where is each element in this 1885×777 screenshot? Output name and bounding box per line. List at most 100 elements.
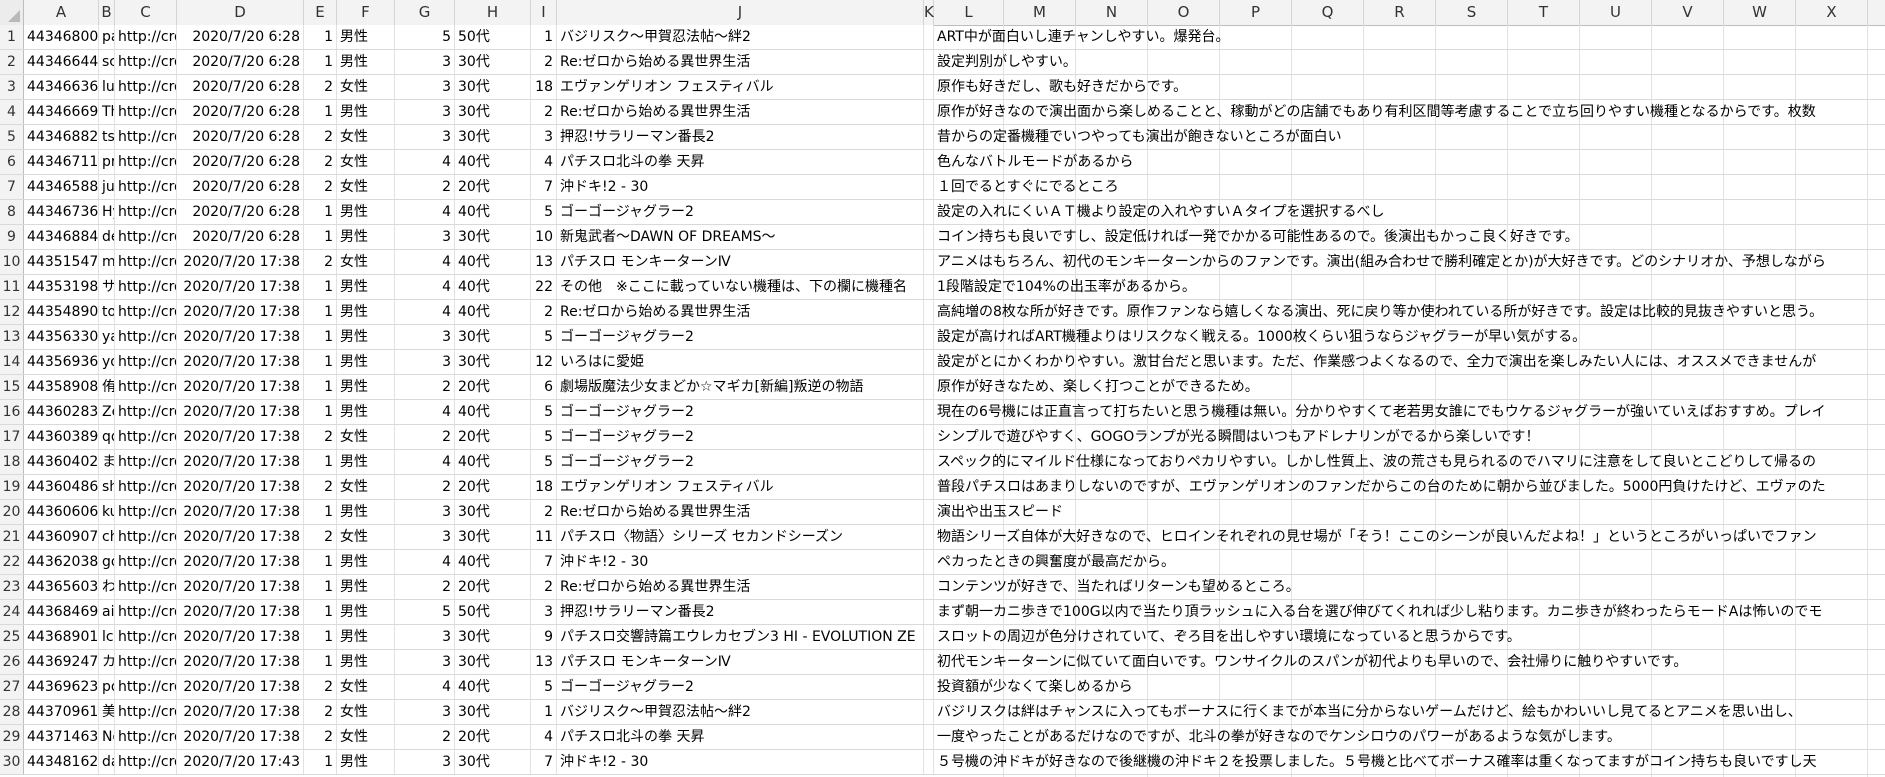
cell-h[interactable]: 20代 (455, 475, 531, 499)
cell-j[interactable]: Re:ゼロから始める異世界生活 (557, 500, 924, 524)
cell-l[interactable]: 昔からの定番機種でいつやっても演出が飽きないところが面白い (934, 125, 1885, 149)
cell-j[interactable]: 新鬼武者〜DAWN OF DREAMS〜 (557, 225, 924, 249)
row-header[interactable]: 7 (0, 175, 24, 199)
cell-i[interactable]: 2 (531, 575, 557, 599)
cell-g[interactable]: 4 (395, 150, 455, 174)
cell-b[interactable]: カ (99, 650, 115, 674)
cell-l[interactable]: コイン持ちも良いですし、設定低ければ一発でかかる可能性あるので。後演出もかっこ良… (934, 225, 1885, 249)
cell-e[interactable]: 1 (304, 375, 337, 399)
cell-a[interactable]: 44360402 (24, 450, 99, 474)
column-header-c[interactable]: C (115, 0, 177, 25)
cell-d[interactable]: 2020/7/20 17:38 (177, 325, 304, 349)
cell-k[interactable] (924, 300, 934, 324)
cell-k[interactable] (924, 100, 934, 124)
cell-l[interactable]: コンテンツが好きで、当たればリターンも望めるところ。 (934, 575, 1885, 599)
column-header-q[interactable]: Q (1292, 0, 1364, 25)
cell-g[interactable]: 5 (395, 600, 455, 624)
cell-i[interactable]: 1 (531, 700, 557, 724)
cell-j[interactable]: 押忍!サラリーマン番長2 (557, 600, 924, 624)
cell-b[interactable]: go (99, 550, 115, 574)
cell-k[interactable] (924, 250, 934, 274)
cell-b[interactable]: yo (99, 350, 115, 374)
cell-c[interactable]: http://cro (115, 475, 177, 499)
cell-e[interactable]: 2 (304, 525, 337, 549)
cell-d[interactable]: 2020/7/20 17:38 (177, 500, 304, 524)
cell-c[interactable]: http://cro (115, 625, 177, 649)
cell-j[interactable]: ゴーゴージャグラー2 (557, 325, 924, 349)
cell-j[interactable]: エヴァンゲリオン フェスティバル (557, 475, 924, 499)
cell-l[interactable]: ART中が面白いし連チャンしやすい。爆発台。 (934, 25, 1885, 49)
cell-k[interactable] (924, 50, 934, 74)
cell-l[interactable]: 1段階設定で104%の出玉率があるから。 (934, 275, 1885, 299)
cell-b[interactable]: po (99, 675, 115, 699)
cell-k[interactable] (924, 575, 934, 599)
cell-l[interactable]: 一度やったことがあるだけなのですが、北斗の拳が好きなのでケンシロウのパワーがある… (934, 725, 1885, 749)
cell-j[interactable]: Re:ゼロから始める異世界生活 (557, 100, 924, 124)
cell-a[interactable]: 44360486 (24, 475, 99, 499)
column-header-w[interactable]: W (1724, 0, 1796, 25)
cell-e[interactable]: 1 (304, 500, 337, 524)
cell-a[interactable]: 44354890 (24, 300, 99, 324)
cell-b[interactable]: ま (99, 450, 115, 474)
cell-d[interactable]: 2020/7/20 17:38 (177, 725, 304, 749)
cell-f[interactable]: 女性 (337, 150, 395, 174)
cell-d[interactable]: 2020/7/20 17:38 (177, 300, 304, 324)
cell-i[interactable]: 3 (531, 600, 557, 624)
cell-f[interactable]: 男性 (337, 600, 395, 624)
cell-b[interactable]: わ (99, 575, 115, 599)
cell-c[interactable]: http://cro (115, 375, 177, 399)
column-header-a[interactable]: A (24, 0, 99, 25)
cell-f[interactable]: 女性 (337, 525, 395, 549)
cell-a[interactable]: 44360389 (24, 425, 99, 449)
cell-h[interactable]: 40代 (455, 250, 531, 274)
cell-g[interactable]: 2 (395, 425, 455, 449)
cell-f[interactable]: 女性 (337, 725, 395, 749)
cell-a[interactable]: 44368901 (24, 625, 99, 649)
cell-d[interactable]: 2020/7/20 17:38 (177, 550, 304, 574)
cell-h[interactable]: 30代 (455, 500, 531, 524)
cell-l[interactable]: スペック的にマイルド仕様になっておりペカリやすい。しかし性質上、波の荒さも見られ… (934, 450, 1885, 474)
cell-g[interactable]: 3 (395, 700, 455, 724)
cell-c[interactable]: http://cro (115, 325, 177, 349)
row-header[interactable]: 9 (0, 225, 24, 249)
cell-i[interactable]: 2 (531, 300, 557, 324)
cell-f[interactable]: 男性 (337, 50, 395, 74)
cell-c[interactable]: http://cro (115, 125, 177, 149)
cell-j[interactable]: パチスロ モンキーターンⅣ (557, 250, 924, 274)
cell-k[interactable] (924, 550, 934, 574)
cell-d[interactable]: 2020/7/20 6:28 (177, 75, 304, 99)
cell-j[interactable]: ゴーゴージャグラー2 (557, 200, 924, 224)
cell-a[interactable]: 44369247 (24, 650, 99, 674)
row-header[interactable]: 25 (0, 625, 24, 649)
cell-i[interactable]: 9 (531, 625, 557, 649)
cell-f[interactable]: 男性 (337, 200, 395, 224)
cell-d[interactable]: 2020/7/20 17:43 (177, 750, 304, 774)
cell-c[interactable]: http://cro (115, 575, 177, 599)
cell-i[interactable]: 5 (531, 425, 557, 449)
cell-l[interactable]: 初代モンキーターンに似ていて面白いです。ワンサイクルのスパンが初代よりも早いので… (934, 650, 1885, 674)
cell-i[interactable]: 1 (531, 25, 557, 49)
cell-k[interactable] (924, 600, 934, 624)
cell-d[interactable]: 2020/7/20 17:38 (177, 525, 304, 549)
cell-f[interactable]: 女性 (337, 175, 395, 199)
cell-k[interactable] (924, 700, 934, 724)
cell-i[interactable]: 2 (531, 50, 557, 74)
row-header[interactable]: 27 (0, 675, 24, 699)
cell-e[interactable]: 2 (304, 250, 337, 274)
cell-d[interactable]: 2020/7/20 17:38 (177, 625, 304, 649)
cell-i[interactable]: 2 (531, 500, 557, 524)
cell-j[interactable]: 沖ドキ!2 - 30 (557, 750, 924, 774)
cell-g[interactable]: 5 (395, 25, 455, 49)
column-header-b[interactable]: B (99, 0, 115, 25)
cell-g[interactable]: 4 (395, 250, 455, 274)
row-header[interactable]: 28 (0, 700, 24, 724)
cell-f[interactable]: 女性 (337, 700, 395, 724)
cell-j[interactable]: ゴーゴージャグラー2 (557, 675, 924, 699)
cell-f[interactable]: 男性 (337, 575, 395, 599)
cell-i[interactable]: 2 (531, 100, 557, 124)
cell-c[interactable]: http://cro (115, 50, 177, 74)
cell-c[interactable]: http://cro (115, 275, 177, 299)
cell-g[interactable]: 3 (395, 625, 455, 649)
cell-c[interactable]: http://cro (115, 700, 177, 724)
cell-e[interactable]: 1 (304, 25, 337, 49)
